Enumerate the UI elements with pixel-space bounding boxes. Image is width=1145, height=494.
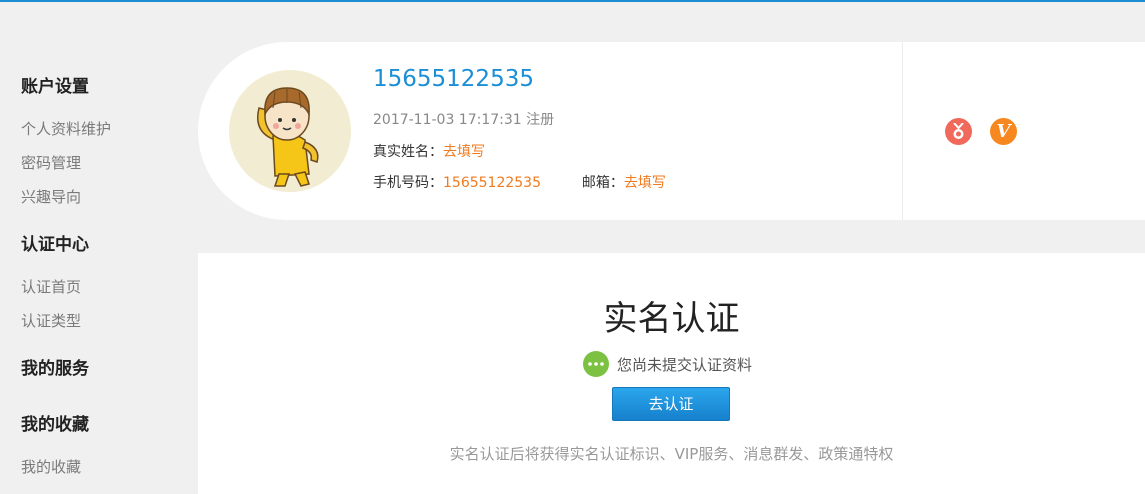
vip-badge-icon[interactable]: V (990, 118, 1017, 145)
registration-time: 2017-11-03 17:17:31 (373, 112, 522, 128)
phone-label: 手机号码： (373, 175, 443, 191)
sidebar-item-favorites[interactable]: 我的收藏 (21, 456, 81, 477)
medal-icon (953, 123, 964, 139)
verification-status: 您尚未提交认证资料 (583, 351, 752, 377)
registration-suffix: 注册 (526, 112, 555, 128)
real-name-row: 真实姓名：去填写 (373, 141, 485, 161)
verification-panel: 实名认证 您尚未提交认证资料 去认证 实名认证后将获得实名认证标识、VIP服务、… (198, 253, 1145, 494)
sidebar-heading-certification: 认证中心 (21, 235, 89, 255)
sidebar-item-cert-home[interactable]: 认证首页 (21, 276, 81, 297)
sidebar-item-password[interactable]: 密码管理 (21, 152, 81, 173)
sidebar-item-cert-types[interactable]: 认证类型 (21, 310, 81, 331)
profile-card: 15655122535 2017-11-03 17:17:31 注册 真实姓名：… (198, 42, 902, 220)
medal-badge-icon[interactable] (945, 118, 972, 145)
email-label: 邮箱： (581, 175, 624, 191)
sidebar-item-profile[interactable]: 个人资料维护 (21, 118, 111, 139)
sidebar-heading-account: 账户设置 (21, 77, 89, 97)
sidebar-heading-favorites: 我的收藏 (21, 415, 89, 435)
cartoon-avatar-icon (257, 87, 319, 187)
real-name-label: 真实姓名： (373, 144, 443, 160)
contact-row: 手机号码：15655122535 邮箱：去填写 (373, 172, 666, 192)
ellipsis-status-icon (583, 351, 609, 377)
phone-value: 15655122535 (443, 175, 541, 191)
email-fill-link[interactable]: 去填写 (624, 175, 666, 191)
sidebar: 账户设置 个人资料维护 密码管理 兴趣导向 认证中心 认证首页 认证类型 我的服… (0, 2, 198, 494)
verification-title: 实名认证 (603, 299, 740, 339)
verification-benefits-note: 实名认证后将获得实名认证标识、VIP服务、消息群发、政策通特权 (449, 445, 894, 463)
avatar[interactable] (229, 70, 351, 192)
sidebar-item-interests[interactable]: 兴趣导向 (21, 186, 81, 207)
real-name-fill-link[interactable]: 去填写 (443, 144, 485, 160)
registration-info: 2017-11-03 17:17:31 注册 (373, 109, 554, 129)
badge-panel: V (902, 42, 1145, 220)
username: 15655122535 (373, 66, 534, 92)
sidebar-heading-services[interactable]: 我的服务 (21, 354, 89, 379)
verification-status-text: 您尚未提交认证资料 (617, 355, 753, 374)
go-verify-button[interactable]: 去认证 (612, 387, 730, 421)
